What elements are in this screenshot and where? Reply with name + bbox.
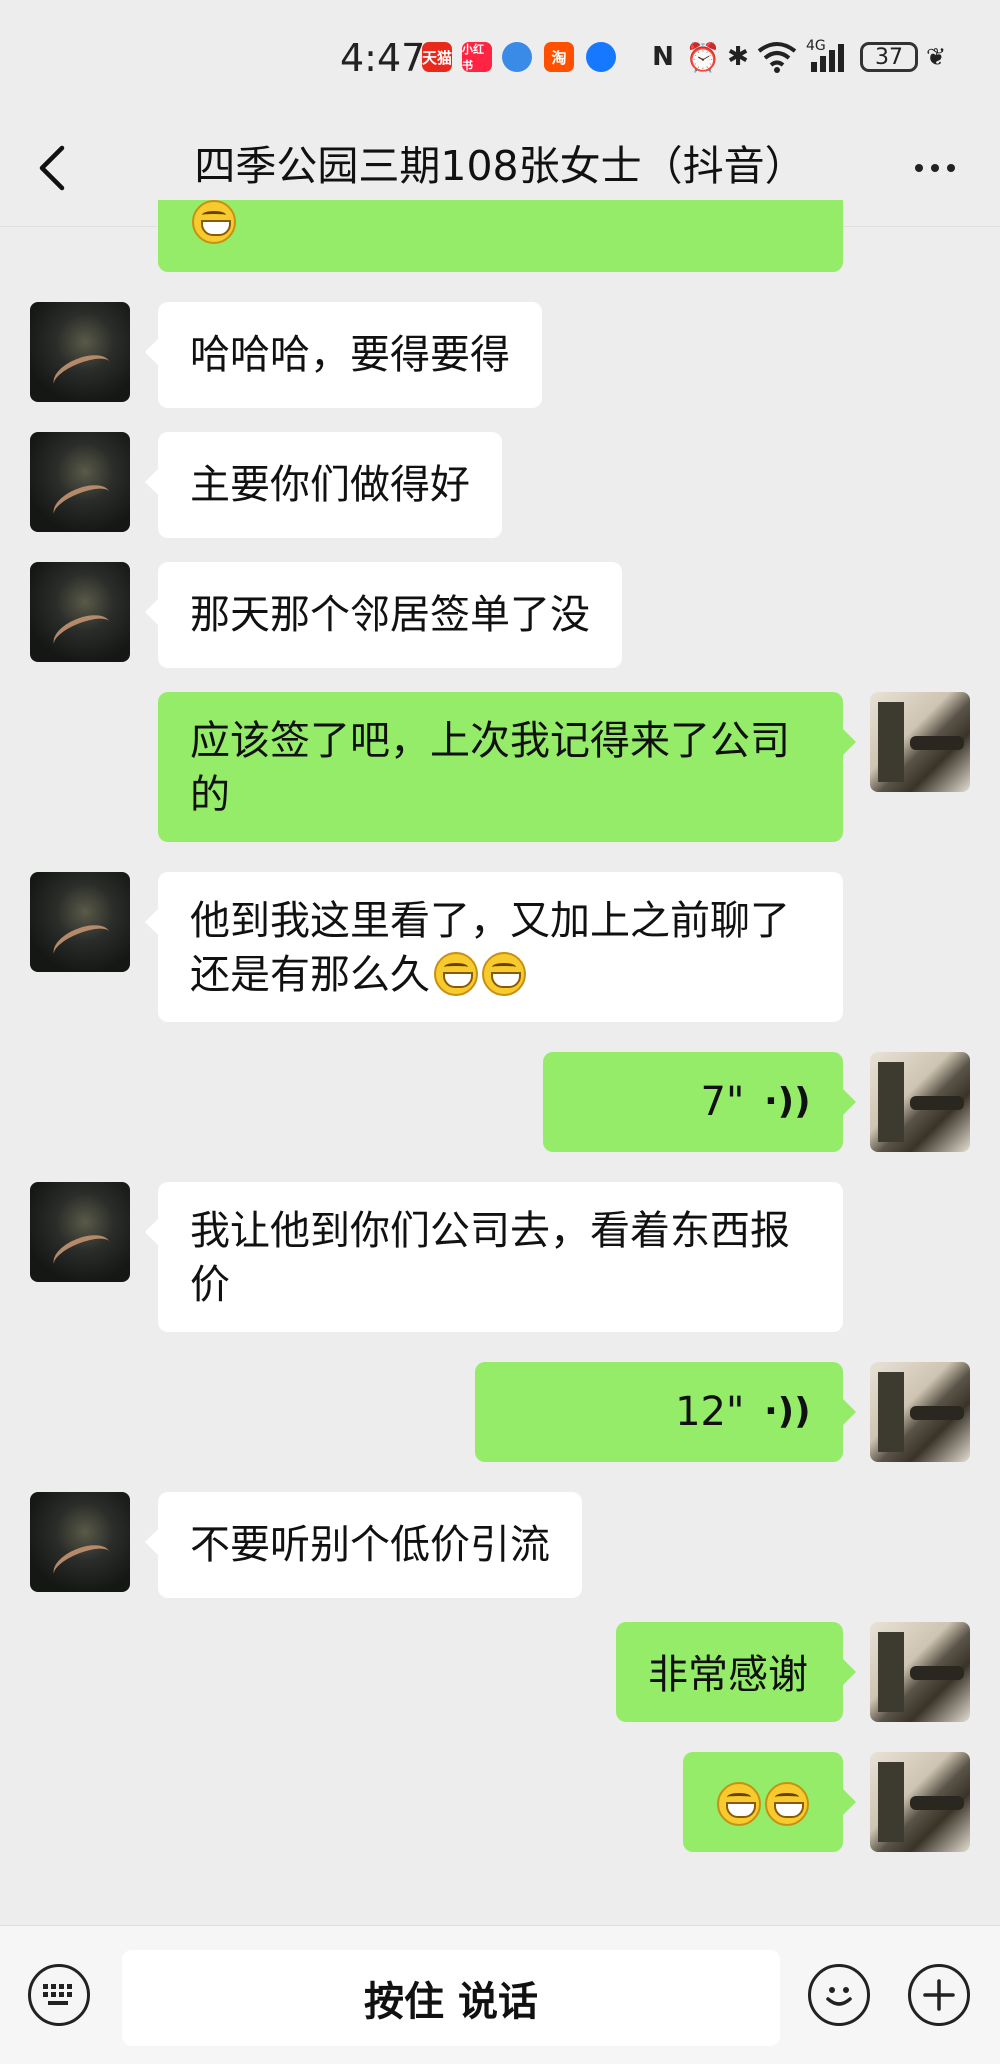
more-options-button[interactable] <box>900 140 970 196</box>
xiaohongshu-icon: 小红书 <box>462 42 492 72</box>
grin-emoji-icon <box>434 952 478 996</box>
status-time: 4:47 <box>340 36 426 80</box>
plus-icon <box>923 1979 955 2011</box>
voice-wave-icon: ((· <box>764 1081 811 1122</box>
back-arrow-icon <box>39 145 65 191</box>
contact-avatar[interactable] <box>30 1492 130 1592</box>
grin-emoji-icon <box>482 952 526 996</box>
message-bubble-outgoing[interactable] <box>683 1752 856 1852</box>
message-bubble-incoming[interactable]: 我让他到你们公司去，看着东西报 价 <box>145 1182 843 1332</box>
message-bubble-incoming[interactable]: 那天那个邻居签单了没 <box>145 562 622 668</box>
message-bubble-incoming[interactable]: 不要听别个低价引流 <box>145 1492 582 1598</box>
emoji-button[interactable] <box>808 1964 870 2026</box>
battery-indicator: 37 <box>860 42 918 72</box>
message-bubble-outgoing[interactable] <box>158 200 843 272</box>
alarm-icon: ⏰ <box>685 40 721 74</box>
message-text: 那天那个邻居签单了没 <box>190 592 590 638</box>
more-dot-icon <box>915 164 923 172</box>
grin-emoji-icon <box>765 1782 809 1826</box>
contact-avatar[interactable] <box>30 302 130 402</box>
voice-duration: 7" <box>700 1079 745 1125</box>
message-text-line: 价 <box>190 1262 230 1308</box>
message-bubble-incoming[interactable]: 哈哈哈，要得要得 <box>145 302 542 408</box>
back-button[interactable] <box>28 140 78 196</box>
voice-message-bubble[interactable]: 7" ((· <box>543 1052 856 1152</box>
bluetooth-icon: ✱ <box>727 42 749 72</box>
message-text: 非常感谢 <box>648 1652 808 1698</box>
keyboard-toggle-button[interactable] <box>28 1964 90 2026</box>
app-icon-blue <box>502 42 532 72</box>
my-avatar[interactable] <box>870 1362 970 1462</box>
message-bubble-incoming[interactable]: 他到我这里看了，又加上之前聊了 还是有那么久 <box>145 872 843 1022</box>
voice-duration: 12" <box>675 1389 745 1435</box>
taobao-icon: 淘 <box>544 42 574 72</box>
grin-emoji-icon <box>192 200 236 244</box>
hold-to-talk-button[interactable]: 按住 说话 <box>122 1950 780 2046</box>
my-avatar[interactable] <box>870 1622 970 1722</box>
contact-avatar[interactable] <box>30 1182 130 1282</box>
contact-avatar[interactable] <box>30 562 130 662</box>
power-saving-leaf-icon: ❦ <box>925 43 947 71</box>
message-text-line: 应该签了吧，上次我记得来了公司 <box>190 718 790 764</box>
more-functions-button[interactable] <box>908 1964 970 2026</box>
message-text-line: 他到我这里看了，又加上之前聊了 <box>190 898 790 944</box>
keyboard-icon <box>43 1984 72 2005</box>
signal-icon <box>808 40 850 74</box>
app-icon-compass <box>586 42 616 72</box>
voice-wave-icon: ((· <box>764 1391 811 1432</box>
my-avatar[interactable] <box>870 1752 970 1852</box>
nfc-icon: N <box>652 42 674 72</box>
message-text-line: 的 <box>190 772 230 818</box>
tmall-icon: 天猫 <box>422 42 452 72</box>
chat-title: 四季公园三期108张女士（抖音） <box>194 142 806 190</box>
grin-emoji-icon <box>717 1782 761 1826</box>
status-bar: 4:47 天猫 小红书 淘 N ⏰ ✱ 4G 37 ❦ <box>0 0 1000 110</box>
message-bubble-outgoing[interactable]: 非常感谢 <box>616 1622 856 1722</box>
message-text: 主要你们做得好 <box>190 462 470 508</box>
smiley-icon <box>826 1987 852 2006</box>
contact-avatar[interactable] <box>30 432 130 532</box>
my-avatar[interactable] <box>870 1052 970 1152</box>
message-text-line: 我让他到你们公司去，看着东西报 <box>190 1208 790 1254</box>
input-bar: 按住 说话 <box>0 1925 1000 2064</box>
voice-message-bubble[interactable]: 12" ((· <box>475 1362 856 1462</box>
my-avatar[interactable] <box>870 692 970 792</box>
message-text-line: 还是有那么久 <box>190 952 430 998</box>
contact-avatar[interactable] <box>30 872 130 972</box>
wifi-icon <box>754 40 800 74</box>
message-bubble-incoming[interactable]: 主要你们做得好 <box>145 432 502 538</box>
message-bubble-outgoing[interactable]: 应该签了吧，上次我记得来了公司 的 <box>158 692 856 842</box>
message-text: 不要听别个低价引流 <box>190 1522 550 1568</box>
message-text: 哈哈哈，要得要得 <box>190 332 510 378</box>
